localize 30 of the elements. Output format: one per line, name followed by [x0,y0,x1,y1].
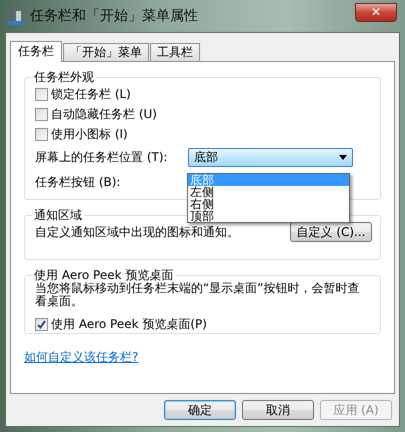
close-button[interactable]: ✕ [355,2,397,22]
checkbox[interactable] [35,108,48,120]
tab[interactable]: 工具栏 [150,43,200,61]
position-dropdown[interactable]: 底部 [188,148,353,166]
description-text: 当您将鼠标移动到任务栏末端的“显示桌面”按钮时，会暂时查看桌面。 [35,282,360,308]
group-title: 通知区域 [33,208,83,222]
position-label: 屏幕上的任务栏位置 (T): [35,149,169,166]
dropdown-option[interactable]: 左侧 [188,186,349,198]
caret-icon [339,154,347,160]
tab[interactable]: 「开始」菜单 [63,43,149,61]
tab[interactable]: 任务栏 [10,41,62,62]
buttons-label: 任务栏按钮 (B): [35,174,120,191]
customize-button[interactable]: 自定义 (C)... [290,222,372,242]
checkbox-label: 自动隐藏任务栏 (U) [51,106,157,123]
description-text: 自定义通知区域中出现的图标和通知。 [35,224,239,241]
group-title: 任务栏外观 [33,70,95,84]
dropdown-option[interactable]: 顶部 [188,210,349,222]
checkbox[interactable] [35,318,48,330]
checkbox[interactable] [35,88,48,100]
dropdown-option[interactable]: 右侧 [188,198,349,210]
app-icon [8,7,24,25]
group-title: 使用 Aero Peek 预览桌面 [33,268,174,282]
checkbox-label: 锁定任务栏 (L) [51,86,131,103]
checkbox-label: 使用小图标 (I) [51,126,128,143]
checkbox[interactable] [35,128,48,140]
checkbox-label: 使用 Aero Peek 预览桌面(P) [51,316,207,333]
dialog-button[interactable]: 确定 [164,400,236,420]
window-title: 任务栏和「开始」菜单属性 [30,6,198,26]
dialog-button[interactable]: 取消 [242,400,314,420]
help-link[interactable]: 如何自定义该任务栏? [24,350,138,364]
